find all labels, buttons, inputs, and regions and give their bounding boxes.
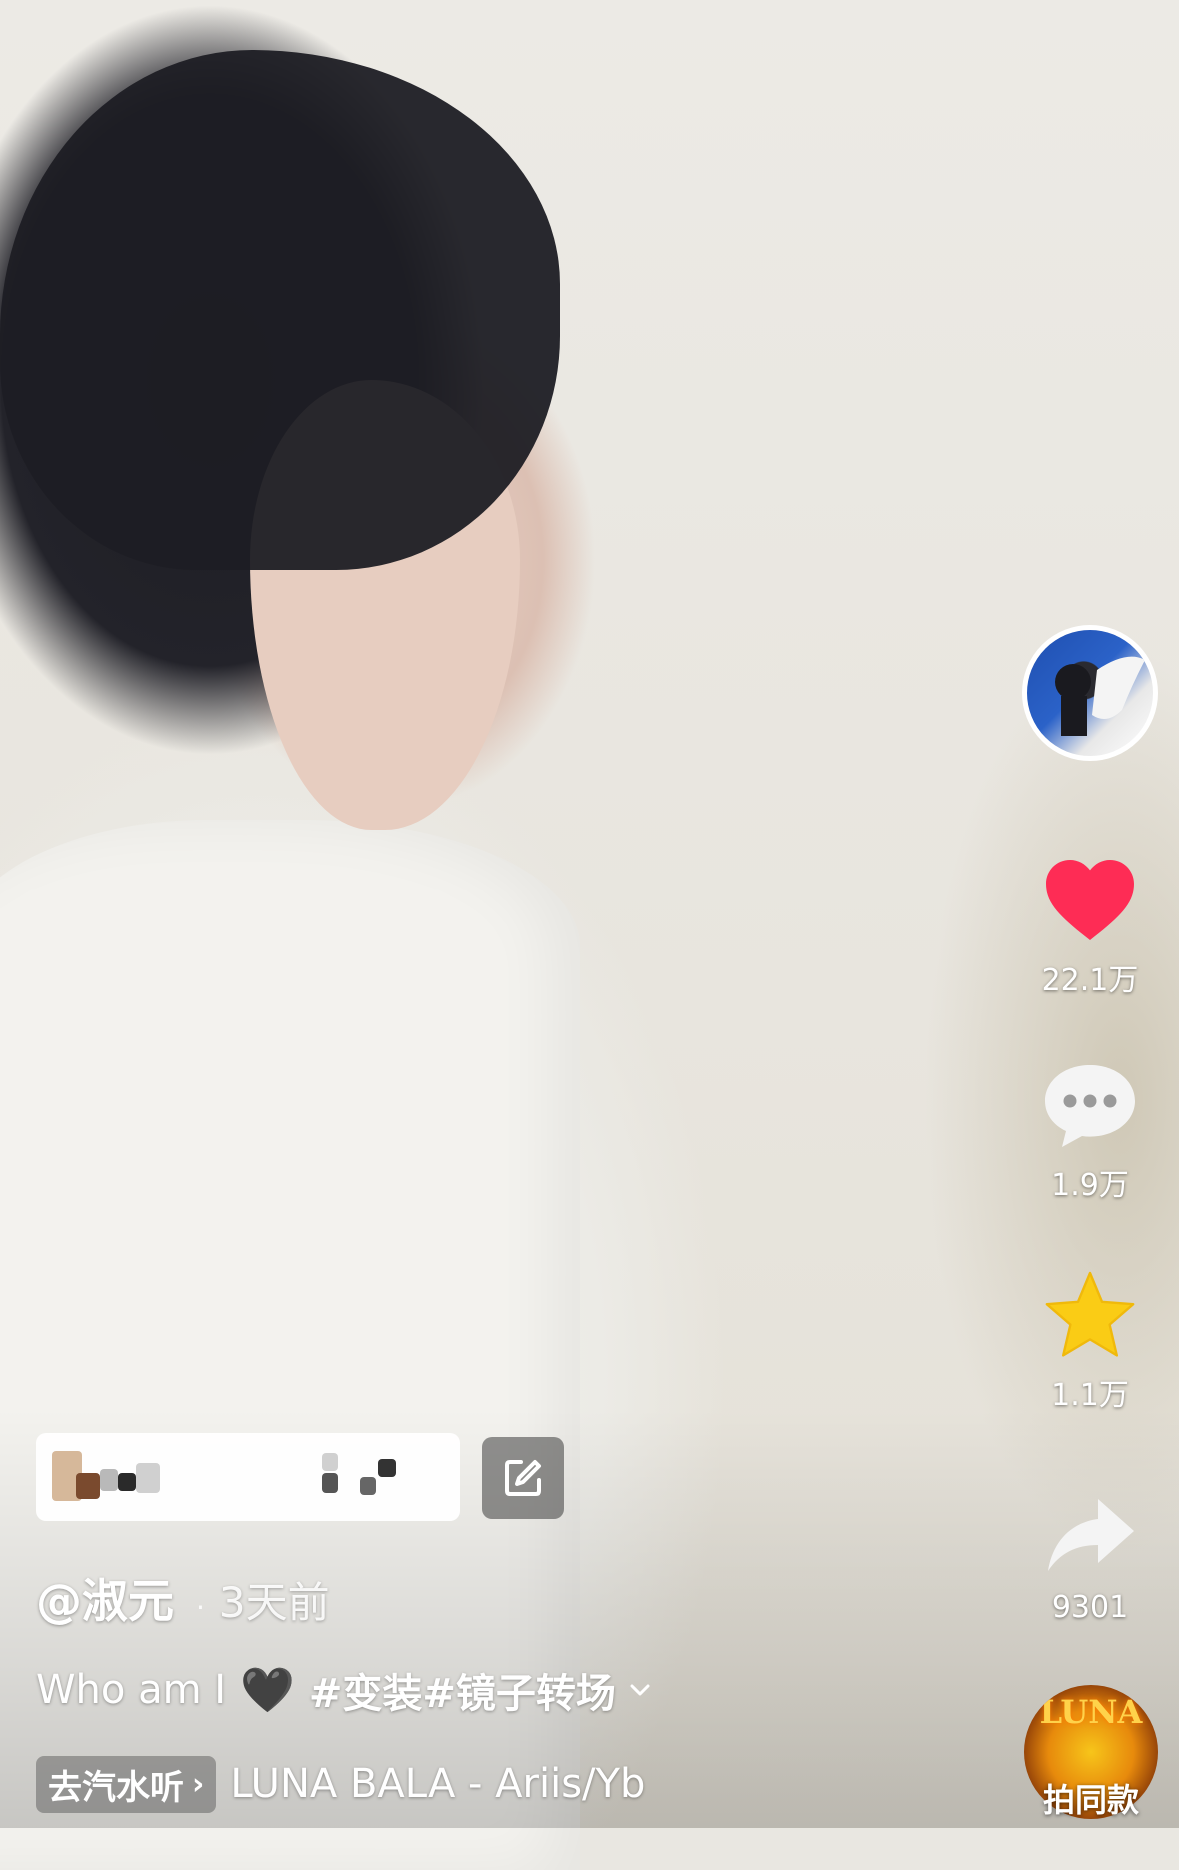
related-search-bar[interactable] bbox=[36, 1433, 460, 1521]
caption-line[interactable]: Who am I 🖤 #变装#镜子转场 bbox=[36, 1660, 652, 1720]
music-track-name[interactable]: LUNA BALA - Ariis/Yb bbox=[230, 1761, 645, 1807]
blurred-pixel bbox=[378, 1459, 396, 1477]
chevron-right-icon: › bbox=[192, 1766, 205, 1802]
blurred-pixel bbox=[76, 1473, 100, 1499]
share-arrow-icon bbox=[1048, 1499, 1134, 1571]
video-subject-hair bbox=[0, 50, 560, 570]
music-row[interactable]: 去汽水听 › LUNA BALA - Ariis/Yb bbox=[36, 1755, 645, 1813]
avatar-bird-icon bbox=[1055, 656, 1145, 736]
separator-dot: · bbox=[196, 1591, 205, 1624]
author-name[interactable]: @淑元 bbox=[36, 1565, 174, 1631]
creator-avatar[interactable] bbox=[1022, 625, 1158, 761]
blurred-pixel bbox=[118, 1473, 136, 1491]
same-style-button[interactable]: 拍同款 bbox=[1024, 1775, 1158, 1821]
favorite-action[interactable]: 1.1万 bbox=[1020, 1260, 1160, 1414]
chevron-down-icon[interactable] bbox=[628, 1678, 652, 1702]
comment-icon bbox=[1045, 1065, 1135, 1147]
comment-count: 1.9万 bbox=[1051, 1168, 1129, 1203]
favorite-count: 1.1万 bbox=[1051, 1378, 1129, 1413]
blurred-pixel bbox=[136, 1463, 160, 1493]
post-time: 3天前 bbox=[218, 1578, 330, 1627]
heart-icon bbox=[1046, 860, 1134, 940]
edit-icon bbox=[505, 1460, 541, 1496]
blurred-pixel bbox=[322, 1473, 338, 1493]
video-frame[interactable] bbox=[0, 0, 1179, 1870]
edit-button[interactable] bbox=[482, 1437, 564, 1519]
comment-action[interactable]: 1.9万 bbox=[1020, 1050, 1160, 1204]
share-count: 9301 bbox=[1051, 1590, 1129, 1625]
caption-text: Who am I bbox=[36, 1667, 227, 1713]
like-count: 22.1万 bbox=[1041, 963, 1139, 998]
hashtags[interactable]: #变装#镜子转场 bbox=[309, 1661, 616, 1719]
black-heart-emoji: 🖤 bbox=[240, 1665, 295, 1716]
music-disc-title: LUNA bbox=[1039, 1693, 1143, 1731]
listen-in-app-chip[interactable]: 去汽水听 › bbox=[36, 1755, 217, 1813]
star-icon bbox=[1045, 1271, 1135, 1357]
author-line: @淑元 · 3天前 bbox=[36, 1565, 330, 1628]
like-action[interactable]: 22.1万 bbox=[1020, 845, 1160, 999]
share-action[interactable]: 9301 bbox=[1020, 1480, 1160, 1625]
blurred-pixel bbox=[100, 1469, 118, 1491]
blurred-pixel bbox=[322, 1453, 338, 1471]
blurred-pixel bbox=[360, 1477, 376, 1495]
listen-chip-label: 去汽水听 bbox=[48, 1767, 184, 1808]
